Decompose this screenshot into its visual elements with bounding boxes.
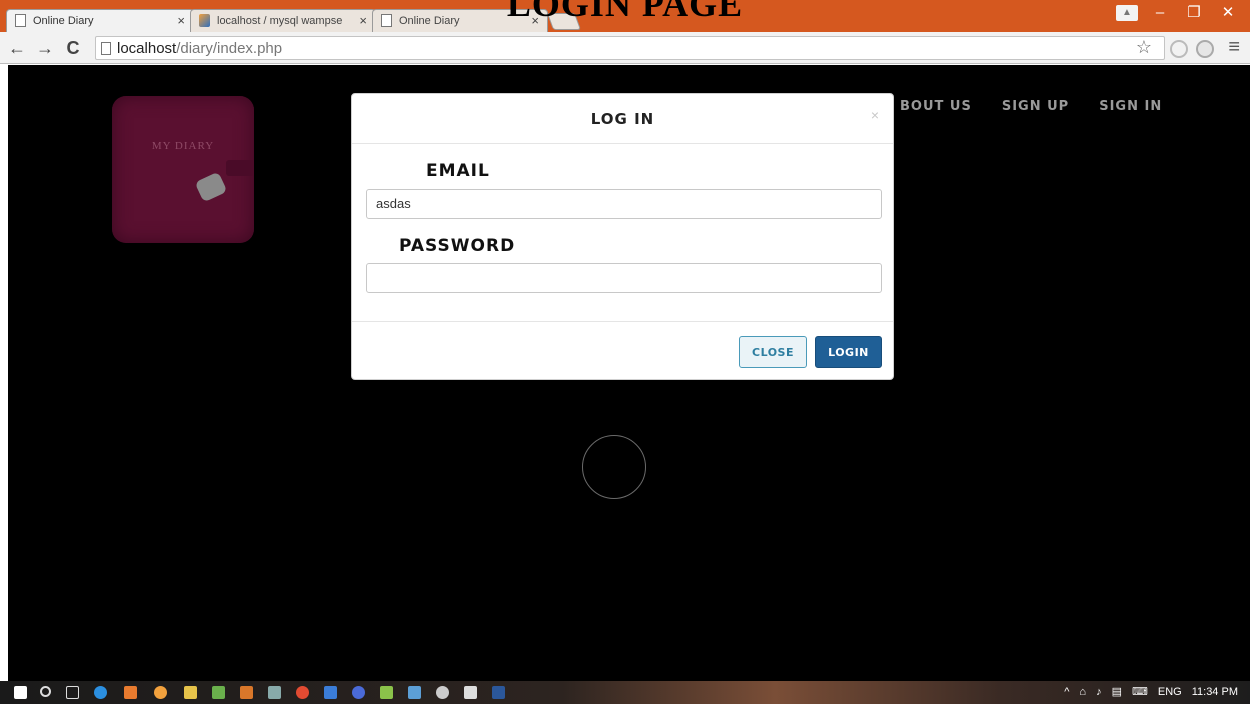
language-indicator[interactable]: ENG <box>1158 686 1182 698</box>
volume-icon[interactable]: ♪ <box>1096 686 1102 698</box>
keyboard-icon[interactable]: ⌨ <box>1132 685 1148 698</box>
address-bar[interactable]: localhost/diary/index.php ☆ <box>95 36 1165 60</box>
app-icon[interactable] <box>436 686 449 699</box>
menu-icon[interactable]: ≡ <box>1228 36 1240 59</box>
app-icon[interactable] <box>352 686 365 699</box>
modal-header: LOG IN × <box>352 94 893 144</box>
search-icon[interactable] <box>40 686 51 697</box>
page-icon <box>101 42 111 55</box>
app-icon[interactable] <box>154 686 167 699</box>
modal-title: LOG IN <box>590 110 655 128</box>
chevron-up-icon[interactable]: ^ <box>1064 686 1069 698</box>
extension-icon[interactable] <box>1170 40 1188 58</box>
app-icon[interactable] <box>124 686 137 699</box>
app-icon[interactable] <box>268 686 281 699</box>
password-label: PASSWORD <box>399 236 516 256</box>
nav-sign-in[interactable]: SIGN IN <box>1099 99 1162 114</box>
network-icon[interactable]: ⌂ <box>1079 686 1086 698</box>
app-icon[interactable] <box>212 686 225 699</box>
app-icon[interactable] <box>380 686 393 699</box>
email-label: EMAIL <box>426 161 490 181</box>
page-caption: LOGIN PAGE <box>506 0 744 24</box>
nav-sign-up[interactable]: SIGN UP <box>1002 99 1069 114</box>
system-tray: ^ ⌂ ♪ ▤ ⌨ ENG 11:34 PM <box>1064 685 1238 699</box>
site-nav: BOUT US SIGN UP SIGN IN <box>900 99 1162 114</box>
app-icon[interactable] <box>408 686 421 699</box>
url-text: localhost/diary/index.php <box>117 40 283 57</box>
diary-strap <box>226 160 254 176</box>
logo-text: MY DIARY <box>151 140 215 152</box>
loading-spinner <box>582 435 646 499</box>
task-view-icon[interactable] <box>66 686 79 699</box>
notification-icon[interactable]: ▤ <box>1112 685 1122 698</box>
reload-icon[interactable]: C <box>62 37 84 59</box>
close-button[interactable]: CLOSE <box>739 336 807 368</box>
close-icon[interactable]: × <box>871 107 879 123</box>
lock-icon <box>194 171 228 203</box>
screen: LOGIN PAGE Online Diary × localhost / my… <box>0 0 1250 704</box>
extension-icon-2[interactable] <box>1196 40 1214 58</box>
forward-icon[interactable]: → <box>34 37 56 59</box>
edge-icon[interactable] <box>94 686 107 699</box>
windows-taskbar: ^ ⌂ ♪ ▤ ⌨ ENG 11:34 PM <box>0 681 1250 704</box>
word-icon[interactable] <box>492 686 505 699</box>
clock[interactable]: 11:34 PM <box>1192 686 1238 698</box>
app-icon[interactable] <box>240 686 253 699</box>
modal-divider <box>352 321 893 322</box>
app-icon[interactable] <box>464 686 477 699</box>
email-field[interactable]: asdas <box>366 189 882 219</box>
nav-about-us[interactable]: BOUT US <box>900 99 972 114</box>
back-icon[interactable]: ← <box>6 37 28 59</box>
start-icon[interactable] <box>14 686 27 699</box>
login-button[interactable]: LOGIN <box>815 336 882 368</box>
star-icon[interactable]: ☆ <box>1136 37 1152 58</box>
browser-toolbar: ← → C localhost/diary/index.php ☆ ≡ <box>0 32 1250 64</box>
app-icon[interactable] <box>324 686 337 699</box>
file-explorer-icon[interactable] <box>184 686 197 699</box>
chrome-icon[interactable] <box>296 686 309 699</box>
password-field[interactable] <box>366 263 882 293</box>
login-modal: LOG IN × EMAIL asdas PASSWORD CLOSE LOGI… <box>351 93 894 380</box>
diary-logo[interactable]: MY DIARY <box>112 96 254 243</box>
